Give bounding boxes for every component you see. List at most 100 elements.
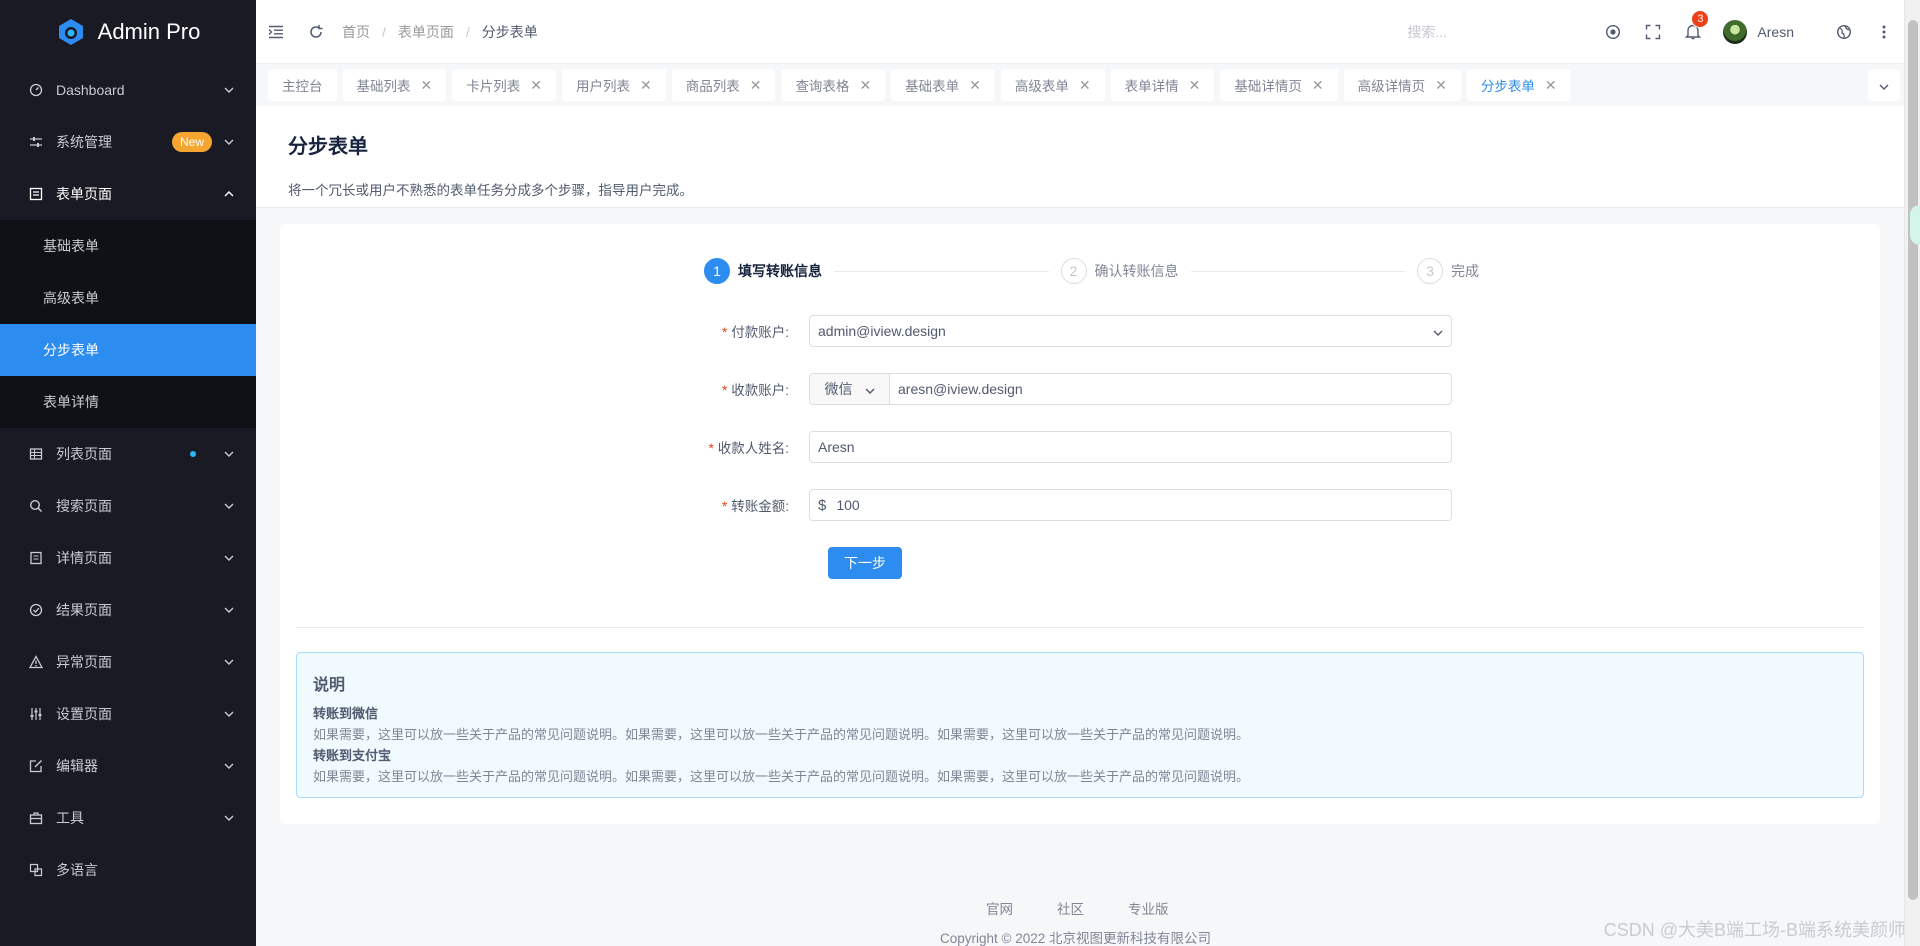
payee-type-select[interactable]: 微信 bbox=[810, 374, 890, 404]
sidebar-item-search[interactable]: 搜索页面 bbox=[0, 480, 256, 532]
close-icon[interactable]: ✕ bbox=[969, 77, 981, 94]
toolbox-icon bbox=[28, 810, 44, 826]
step-number: 1 bbox=[704, 258, 730, 284]
chevron-down-icon bbox=[1879, 77, 1889, 93]
fullscreen-icon[interactable] bbox=[1633, 0, 1673, 64]
sidebar-subitem-step-form[interactable]: 分步表单 bbox=[0, 324, 256, 376]
step-form-card: 1 填写转账信息 2 确认转账信息 3 完成 * 付款账户: admin@ivie… bbox=[280, 224, 1880, 824]
tab-basic-form[interactable]: 基础表单 ✕ bbox=[891, 69, 995, 101]
payee-account-input[interactable]: aresn@iview.design bbox=[890, 381, 1023, 397]
breadcrumb-separator: / bbox=[465, 23, 470, 40]
breadcrumb-item[interactable]: 表单页面 bbox=[398, 22, 454, 42]
footer-link-official[interactable]: 官网 bbox=[986, 898, 1013, 918]
sidebar-item-settings[interactable]: 设置页面 bbox=[0, 688, 256, 740]
note-text: 如果需要，这里可以放一些关于产品的常见问题说明。如果需要，这里可以放一些关于产品… bbox=[313, 769, 1250, 784]
chevron-down-icon bbox=[222, 811, 236, 825]
close-icon[interactable]: ✕ bbox=[750, 77, 762, 94]
required-mark: * bbox=[721, 383, 728, 398]
payer-select[interactable]: admin@iview.design bbox=[809, 315, 1452, 347]
sidebar-item-results[interactable]: 结果页面 bbox=[0, 584, 256, 636]
logo-icon bbox=[56, 17, 86, 47]
tab-label: 高级表单 bbox=[1014, 79, 1069, 94]
logo[interactable]: Admin Pro bbox=[0, 0, 256, 64]
close-icon[interactable]: ✕ bbox=[640, 77, 652, 94]
sidebar-subitem-advanced-form[interactable]: 高级表单 bbox=[0, 272, 256, 324]
amount-input[interactable]: $ 100 bbox=[809, 489, 1452, 521]
tab-label: 高级详情页 bbox=[1357, 79, 1426, 94]
sidebar-item-system[interactable]: 系统管理 New bbox=[0, 116, 256, 168]
tab-basic-detail[interactable]: 基础详情页 ✕ bbox=[1220, 69, 1338, 101]
tab-label: 查询表格 bbox=[795, 79, 850, 94]
watermark: CSDN @大美B端工场-B端系统美颜师 bbox=[1603, 920, 1906, 940]
warning-icon bbox=[28, 654, 44, 670]
divider bbox=[296, 627, 1864, 628]
breadcrumb-item-current: 分步表单 bbox=[481, 23, 538, 40]
tab-dashboard[interactable]: 主控台 bbox=[268, 69, 337, 101]
note-heading: 转账到支付宝 bbox=[313, 748, 392, 763]
sidebar-item-forms[interactable]: 表单页面 bbox=[0, 168, 256, 220]
sliders-icon bbox=[28, 134, 44, 150]
chevron-down-icon bbox=[865, 381, 875, 397]
sidebar-item-exceptions[interactable]: 异常页面 bbox=[0, 636, 256, 688]
tab-label: 用户列表 bbox=[575, 79, 630, 94]
tab-form-detail[interactable]: 表单详情 ✕ bbox=[1110, 69, 1215, 101]
close-icon[interactable]: ✕ bbox=[1189, 77, 1201, 94]
tab-card-list[interactable]: 卡片列表 ✕ bbox=[452, 69, 556, 101]
footer-link-community[interactable]: 社区 bbox=[1057, 898, 1084, 918]
search-input[interactable] bbox=[1407, 16, 1588, 47]
payee-name-row: * 收款人姓名: Aresn bbox=[280, 430, 1880, 464]
close-icon[interactable]: ✕ bbox=[1435, 77, 1447, 94]
payee-input-group: 微信 aresn@iview.design bbox=[809, 373, 1452, 405]
close-icon[interactable]: ✕ bbox=[1079, 77, 1091, 94]
chevron-up-icon bbox=[222, 187, 236, 201]
step-2: 2 确认转账信息 bbox=[1060, 258, 1179, 284]
payee-type-value: 微信 bbox=[824, 381, 853, 397]
sidebar: Admin Pro Dashboard 系统管理 New 表单页面 基础表单 高… bbox=[0, 0, 256, 946]
scrollbar[interactable] bbox=[1904, 0, 1920, 946]
avatar[interactable] bbox=[1723, 19, 1748, 44]
step-connector bbox=[1190, 270, 1405, 272]
scrollbar-thumb[interactable] bbox=[1908, 20, 1918, 900]
refresh-icon[interactable] bbox=[296, 0, 336, 64]
username[interactable]: Aresn bbox=[1757, 24, 1794, 40]
footer-link-pro[interactable]: 专业版 bbox=[1128, 898, 1169, 918]
close-icon[interactable]: ✕ bbox=[530, 77, 542, 94]
sidebar-subitem-basic-form[interactable]: 基础表单 bbox=[0, 220, 256, 272]
tab-basic-list[interactable]: 基础列表 ✕ bbox=[342, 69, 447, 101]
sidebar-item-tools[interactable]: 工具 bbox=[0, 792, 256, 844]
record-icon[interactable] bbox=[1593, 0, 1633, 64]
sidebar-item-label: 表单页面 bbox=[56, 186, 112, 202]
close-icon[interactable]: ✕ bbox=[1545, 77, 1557, 94]
tab-step-form[interactable]: 分步表单 ✕ bbox=[1466, 69, 1571, 101]
tab-query-table[interactable]: 查询表格 ✕ bbox=[781, 69, 886, 101]
sidebar-item-dashboard[interactable]: Dashboard bbox=[0, 64, 256, 116]
sidebar-item-label: Dashboard bbox=[56, 82, 125, 98]
payee-name-input[interactable]: Aresn bbox=[809, 431, 1452, 463]
next-step-button[interactable]: 下一步 bbox=[828, 547, 902, 579]
tab-advanced-detail[interactable]: 高级详情页 ✕ bbox=[1343, 69, 1461, 101]
bell-icon[interactable]: 3 bbox=[1673, 0, 1713, 64]
tabs-more-button[interactable] bbox=[1868, 69, 1900, 101]
sidebar-subitem-form-detail[interactable]: 表单详情 bbox=[0, 376, 256, 428]
close-icon[interactable]: ✕ bbox=[421, 77, 433, 94]
sidebar-item-i18n[interactable]: 多语言 bbox=[0, 844, 256, 896]
breadcrumb-item[interactable]: 首页 bbox=[342, 22, 370, 42]
chevron-down-icon bbox=[222, 447, 236, 461]
tab-user-list[interactable]: 用户列表 ✕ bbox=[561, 69, 666, 101]
sidebar-item-editor[interactable]: 编辑器 bbox=[0, 740, 256, 792]
more-vertical-icon[interactable] bbox=[1864, 0, 1904, 64]
close-icon[interactable]: ✕ bbox=[1312, 77, 1324, 94]
sidebar-item-lists[interactable]: 列表页面 bbox=[0, 428, 256, 480]
close-icon[interactable]: ✕ bbox=[859, 77, 871, 94]
amount-label: * 转账金额: bbox=[721, 499, 789, 514]
tab-product-list[interactable]: 商品列表 ✕ bbox=[671, 69, 776, 101]
menu-collapse-icon[interactable] bbox=[256, 0, 296, 64]
payee-name-value: Aresn bbox=[818, 439, 855, 455]
globe-icon[interactable] bbox=[1824, 0, 1864, 64]
sidebar-item-details[interactable]: 详情页面 bbox=[0, 532, 256, 584]
sidebar-item-label: 设置页面 bbox=[56, 706, 112, 722]
floating-handle[interactable] bbox=[1910, 205, 1920, 245]
chevron-down-icon bbox=[222, 135, 236, 149]
tab-advanced-form[interactable]: 高级表单 ✕ bbox=[1000, 69, 1105, 101]
app-name: Admin Pro bbox=[97, 19, 201, 44]
